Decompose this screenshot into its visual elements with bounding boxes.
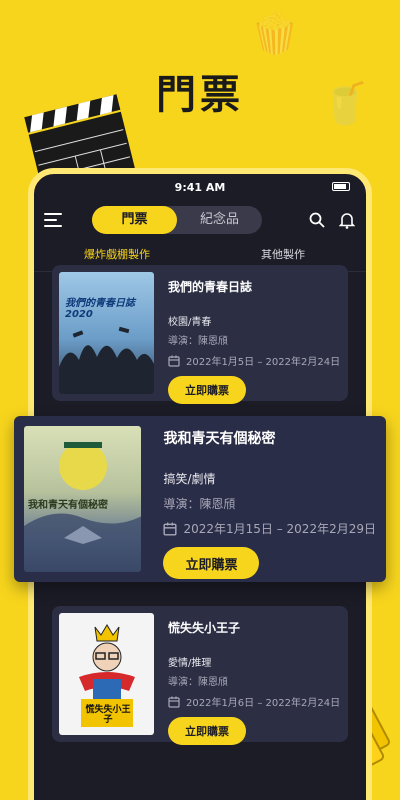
buy-now-button[interactable]: 立即購票 <box>168 717 246 745</box>
show-card[interactable]: 我們的青春日誌 2020 我們的青春日誌 校園/青春 導演：陳恩頎 2022年1… <box>52 265 348 404</box>
poster-image: 我和青天有個秘密 <box>24 426 142 572</box>
show-genre: 校園/青春 <box>168 317 212 328</box>
show-dates: 2022年1月5日 – 2022年2月24日 <box>186 357 341 368</box>
battery-icon <box>332 182 350 191</box>
show-director: 導演：陳恩頎 <box>168 677 228 688</box>
status-time: 9:41 AM <box>174 180 226 194</box>
calendar-icon <box>163 522 178 536</box>
poster-image: 慌失失小王子 <box>59 613 154 735</box>
show-title: 我和青天有個秘密 <box>163 431 276 447</box>
show-genre: 搞笑/劇情 <box>163 472 216 486</box>
status-bar: 9:41 AM <box>34 174 366 200</box>
tab-tickets[interactable]: 門票 <box>92 206 177 234</box>
main-tab-switcher: 門票 紀念品 <box>92 206 262 234</box>
show-card-featured[interactable]: 我和青天有個秘密 我和青天有個秘密 搞笑/劇情 導演：陳恩頎 2022年1月15… <box>14 416 386 582</box>
popcorn-decoration-icon: 🍿 <box>250 11 300 57</box>
calendar-icon <box>168 696 180 708</box>
bell-icon[interactable] <box>338 211 356 229</box>
buy-now-button[interactable]: 立即購票 <box>168 376 246 404</box>
tab-souvenirs[interactable]: 紀念品 <box>177 206 262 234</box>
app-bar: 門票 紀念品 <box>34 200 366 240</box>
show-title: 我們的青春日誌 <box>168 280 253 294</box>
calendar-icon <box>168 355 180 367</box>
show-genre: 愛情/推理 <box>168 658 212 669</box>
poster-image: 我們的青春日誌 2020 <box>59 272 154 394</box>
poster-text: 我和青天有個秘密 <box>28 500 108 511</box>
buy-now-button[interactable]: 立即購票 <box>163 547 260 579</box>
search-icon[interactable] <box>308 211 326 229</box>
show-dates: 2022年1月6日 – 2022年2月24日 <box>186 698 341 709</box>
show-director: 導演：陳恩頎 <box>168 336 228 347</box>
menu-icon[interactable] <box>44 213 62 227</box>
poster-text: 慌失失小王子 <box>85 705 131 725</box>
show-dates: 2022年1月15日 – 2022年2月29日 <box>183 522 376 536</box>
show-card[interactable]: 慌失失小王子 慌失失小王子 愛情/推理 導演：陳恩頎 2022年1月6日 – 2… <box>52 606 348 745</box>
show-title: 慌失失小王子 <box>168 621 241 635</box>
show-director: 導演：陳恩頎 <box>163 497 236 511</box>
